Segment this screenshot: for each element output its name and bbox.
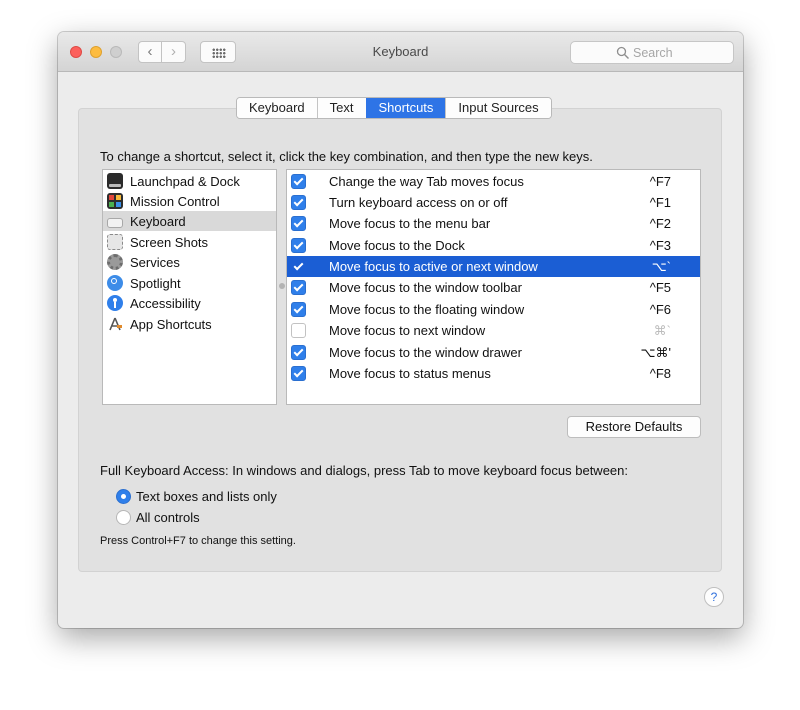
category-spotlight[interactable]: Spotlight <box>103 273 276 293</box>
category-accessibility[interactable]: Accessibility <box>103 293 276 313</box>
shortcut-key[interactable]: ^F1 <box>650 195 671 210</box>
shortcut-checkbox[interactable] <box>291 216 306 231</box>
search-field[interactable]: Search <box>570 41 734 64</box>
shortcut-row[interactable]: Move focus to the window toolbar ^F5 <box>287 277 700 298</box>
shortcut-row[interactable]: Move focus to the menu bar ^F2 <box>287 213 700 234</box>
shortcut-row-selected[interactable]: Move focus to active or next window ⌥` <box>287 256 700 277</box>
shortcut-row[interactable]: Move focus to the Dock ^F3 <box>287 235 700 256</box>
shortcut-checkbox[interactable] <box>291 366 306 381</box>
shortcut-key[interactable]: ⌥` <box>652 259 671 275</box>
launchpad-dock-icon <box>107 173 123 189</box>
shortcut-checkbox[interactable] <box>291 238 306 253</box>
radio-text-boxes-lists[interactable]: Text boxes and lists only <box>116 487 277 505</box>
shortcut-checkbox[interactable] <box>291 345 306 360</box>
full-keyboard-access-label: Full Keyboard Access: In windows and dia… <box>100 463 628 478</box>
app-shortcuts-icon <box>107 316 123 332</box>
category-launchpad-dock[interactable]: Launchpad & Dock <box>103 171 276 191</box>
shortcut-checkbox[interactable] <box>291 323 306 338</box>
category-services[interactable]: Services <box>103 252 276 272</box>
category-keyboard[interactable]: Keyboard <box>103 211 276 231</box>
shortcut-checkbox[interactable] <box>291 195 306 210</box>
tab-input-sources[interactable]: Input Sources <box>445 98 551 118</box>
search-placeholder: Search <box>633 46 673 60</box>
shortcut-row[interactable]: Move focus to the floating window ^F6 <box>287 299 700 320</box>
restore-defaults-button[interactable]: Restore Defaults <box>567 416 701 438</box>
shortcut-row[interactable]: Move focus to next window ⌘` <box>287 320 700 341</box>
tab-bar: Keyboard Text Shortcuts Input Sources <box>236 97 552 119</box>
shortcut-key[interactable]: ⌥⌘' <box>641 345 671 361</box>
shortcut-checkbox[interactable] <box>291 302 306 317</box>
shortcut-key[interactable]: ⌘` <box>654 323 671 339</box>
tab-keyboard[interactable]: Keyboard <box>237 98 317 118</box>
search-icon <box>616 46 629 59</box>
instructions-text: To change a shortcut, select it, click t… <box>100 149 593 164</box>
category-app-shortcuts[interactable]: App Shortcuts <box>103 314 276 334</box>
shortcut-key[interactable]: ^F2 <box>650 216 671 231</box>
services-gear-icon <box>107 254 123 270</box>
accessibility-icon <box>107 295 123 311</box>
radio-button[interactable] <box>116 509 131 525</box>
shortcut-checkbox[interactable] <box>291 259 306 274</box>
shortcut-row[interactable]: Turn keyboard access on or off ^F1 <box>287 192 700 213</box>
shortcut-key[interactable]: ^F3 <box>650 238 671 253</box>
radio-all-controls[interactable]: All controls <box>116 508 200 526</box>
split-divider-handle[interactable] <box>279 283 285 289</box>
category-list: Launchpad & Dock Mission Control Keyboar… <box>102 169 277 405</box>
control-f7-hint: Press Control+F7 to change this setting. <box>100 535 296 547</box>
shortcut-key[interactable]: ^F5 <box>650 280 671 295</box>
shortcut-list: Change the way Tab moves focus ^F7 Turn … <box>286 169 701 405</box>
radio-button-selected[interactable] <box>116 488 131 504</box>
shortcut-key[interactable]: ^F8 <box>650 366 671 381</box>
screenshots-icon <box>107 234 123 250</box>
spotlight-icon <box>107 275 123 291</box>
mission-control-icon <box>107 193 123 209</box>
help-button[interactable]: ? <box>704 587 724 607</box>
shortcut-row[interactable]: Move focus to status menus ^F8 <box>287 363 700 384</box>
tab-shortcuts[interactable]: Shortcuts <box>365 98 446 118</box>
tab-text[interactable]: Text <box>316 98 366 118</box>
keyboard-icon <box>107 217 123 228</box>
category-screen-shots[interactable]: Screen Shots <box>103 232 276 252</box>
title-bar: ‹ › Keyboard Search <box>58 32 743 72</box>
shortcut-checkbox[interactable] <box>291 280 306 295</box>
category-mission-control[interactable]: Mission Control <box>103 191 276 211</box>
shortcut-row[interactable]: Move focus to the window drawer ⌥⌘' <box>287 342 700 363</box>
shortcut-key[interactable]: ^F7 <box>650 174 671 189</box>
shortcut-row[interactable]: Change the way Tab moves focus ^F7 <box>287 171 700 192</box>
shortcut-key[interactable]: ^F6 <box>650 302 671 317</box>
shortcut-checkbox[interactable] <box>291 174 306 189</box>
keyboard-preferences-window: ‹ › Keyboard Search Keyboard Text Shortc… <box>58 32 743 628</box>
